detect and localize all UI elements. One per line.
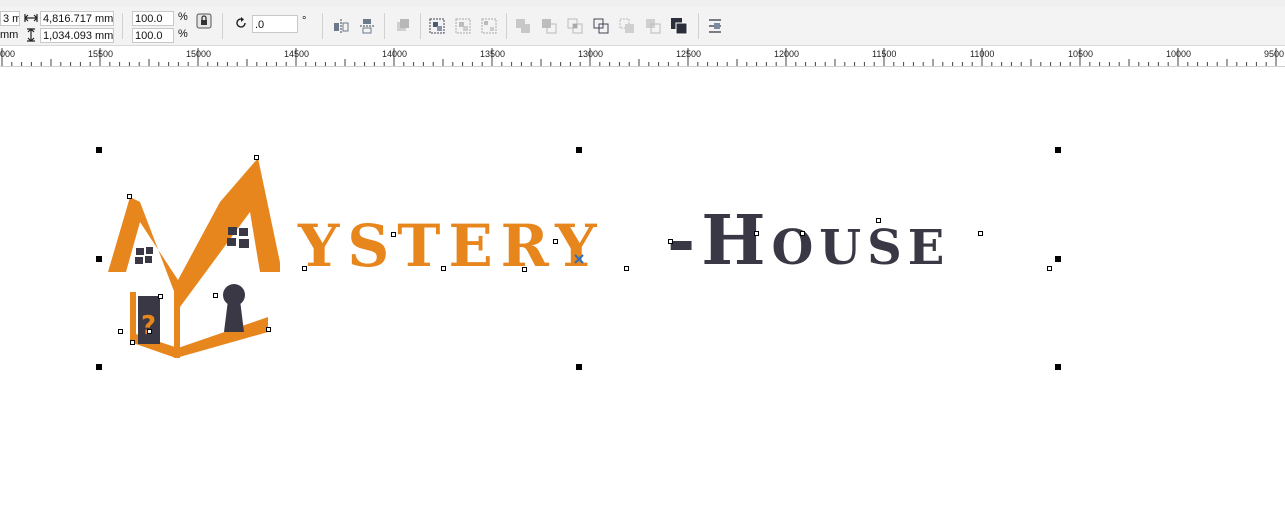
path-node[interactable]: [978, 231, 983, 236]
selection-handle-top[interactable]: [576, 147, 582, 153]
scale-y-field[interactable]: 100.0: [132, 28, 174, 43]
ruler-label: 15500: [88, 49, 113, 59]
ruler-label: 15000: [186, 49, 211, 59]
create-boundary-icon[interactable]: [670, 17, 688, 35]
selection-handle-left[interactable]: [96, 256, 102, 262]
weld-icon[interactable]: [514, 17, 532, 35]
y-unit-label: mm: [0, 29, 19, 41]
horizontal-ruler[interactable]: 000 15500 15000 14500 14000 13500 13000 …: [0, 46, 1285, 67]
width-arrows-icon: [24, 14, 38, 22]
path-node[interactable]: [800, 231, 805, 236]
path-node[interactable]: [254, 155, 259, 160]
selection-handle-bottom[interactable]: [576, 364, 582, 370]
ruler-label: 12000: [774, 49, 799, 59]
path-node[interactable]: [624, 266, 629, 271]
ungroup-icon[interactable]: [454, 17, 472, 35]
path-node[interactable]: [553, 239, 558, 244]
path-node[interactable]: [668, 239, 673, 244]
intersect-icon[interactable]: [566, 17, 584, 35]
selection-handle-right[interactable]: [1055, 256, 1061, 262]
mirror-horizontal-icon[interactable]: [332, 17, 350, 35]
ruler-label: 10000: [1166, 49, 1191, 59]
convert-to-curves-icon[interactable]: [394, 17, 412, 35]
ruler-label: 10500: [1068, 49, 1093, 59]
logo-text-house[interactable]: -House: [667, 207, 950, 275]
path-node[interactable]: [158, 294, 163, 299]
ruler-label: 14500: [284, 49, 309, 59]
ruler-label: 13000: [578, 49, 603, 59]
house-center-post: [174, 282, 180, 358]
group-icon[interactable]: [428, 17, 446, 35]
logo-text-ystery[interactable]: YSTERY: [298, 217, 604, 275]
degree-label: °: [302, 15, 307, 27]
simplify-icon[interactable]: [592, 17, 610, 35]
path-node[interactable]: [522, 267, 527, 272]
path-node[interactable]: [213, 293, 218, 298]
path-node[interactable]: [147, 329, 152, 334]
path-node[interactable]: [118, 329, 123, 334]
path-node[interactable]: [266, 327, 271, 332]
path-node[interactable]: [441, 266, 446, 271]
roof-shape: [108, 158, 280, 307]
scale-x-percent: %: [178, 11, 188, 23]
rotation-field[interactable]: .0: [252, 15, 298, 33]
path-node[interactable]: [302, 266, 307, 271]
ruler-labels: 000 15500 15000 14500 14000 13500 13000 …: [0, 49, 1284, 59]
ruler-label: 9500: [1264, 49, 1284, 59]
rotate-icon: [236, 17, 246, 28]
ruler-label: 14000: [382, 49, 407, 59]
drawing-canvas[interactable]: ? YSTERY -House: [0, 67, 1285, 523]
back-minus-front-icon[interactable]: [644, 17, 662, 35]
ruler-label: 13500: [480, 49, 505, 59]
ungroup-all-icon[interactable]: [480, 17, 498, 35]
width-field[interactable]: 4,816.717 mm: [40, 11, 114, 26]
selection-handle-top-left[interactable]: [96, 147, 102, 153]
property-bar: 3 m mm 4,816.717 mm 1,034.093 mm 100.0 1…: [0, 7, 1285, 46]
window-left: [135, 247, 153, 264]
path-node[interactable]: [127, 194, 132, 199]
path-node[interactable]: [130, 340, 135, 345]
path-node[interactable]: [1047, 266, 1052, 271]
selection-handle-bottom-left[interactable]: [96, 364, 102, 370]
scale-x-field[interactable]: 100.0: [132, 11, 174, 26]
x-position-field[interactable]: 3 m: [0, 11, 20, 26]
path-node[interactable]: [876, 218, 881, 223]
ruler-label: 11500: [872, 49, 896, 59]
rotation-center-icon[interactable]: [574, 254, 584, 264]
trim-icon[interactable]: [540, 17, 558, 35]
ruler-label: 11000: [970, 49, 994, 59]
path-node[interactable]: [391, 232, 396, 237]
height-arrows-icon: [27, 28, 35, 42]
house-logo-graphic[interactable]: ?: [100, 152, 280, 367]
ruler-label: 000: [0, 49, 15, 59]
path-node[interactable]: [754, 231, 759, 236]
ruler-label: 12500: [676, 49, 701, 59]
selection-handle-top-right[interactable]: [1055, 147, 1061, 153]
scale-y-percent: %: [178, 28, 188, 40]
front-minus-back-icon[interactable]: [618, 17, 636, 35]
mirror-vertical-icon[interactable]: [358, 17, 376, 35]
door-question-mark: ?: [141, 311, 156, 341]
align-distribute-icon[interactable]: [706, 17, 724, 35]
keyhole-stem: [224, 300, 244, 332]
lock-ratio-icon[interactable]: [196, 13, 212, 29]
selection-handle-bottom-right[interactable]: [1055, 364, 1061, 370]
height-field[interactable]: 1,034.093 mm: [40, 28, 114, 43]
